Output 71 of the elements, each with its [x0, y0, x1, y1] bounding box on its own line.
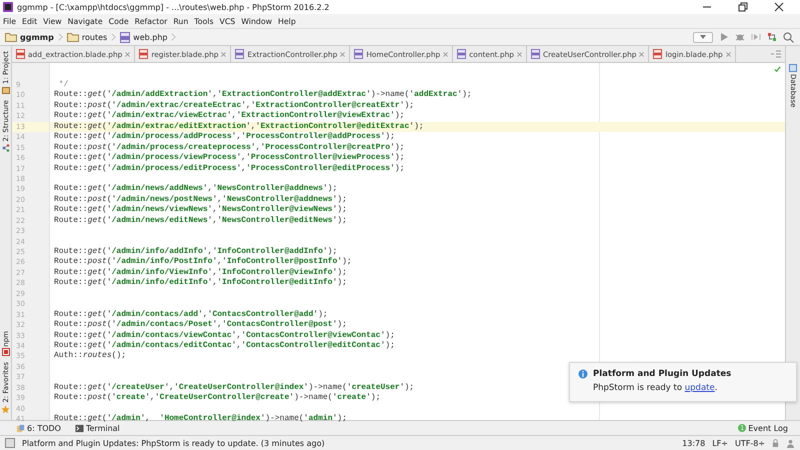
- star-icon: [1, 405, 10, 414]
- run-config-dropdown[interactable]: [693, 32, 713, 42]
- php-file-icon: [530, 49, 540, 59]
- php-file-icon: [235, 49, 244, 59]
- bug-icon[interactable]: [735, 32, 745, 42]
- coverage-icon[interactable]: [751, 32, 761, 42]
- code-line: Route::post('/admin/contacs/Poset','ContacsController@post');: [54, 320, 347, 330]
- update-link[interactable]: update: [684, 383, 715, 393]
- code-line: Route::get('/admin/process/viewProcess','ProcessController@viewProcess');: [54, 153, 404, 162]
- breadcrumb-item[interactable]: routes: [66, 32, 108, 42]
- app-icon: [3, 2, 13, 12]
- code-line: Route::get('/admin', 'HomeController@index')->name('admin');: [54, 414, 347, 423]
- caret-position[interactable]: 13:78: [682, 438, 706, 448]
- panel-toggle-icon[interactable]: [5, 438, 15, 448]
- notification-title: Platform and Plugin Updates: [593, 369, 732, 379]
- blade-file-icon: [16, 49, 25, 59]
- code-line: Route::post('/admin/info/PostInfo','InfoController@postInfo');: [54, 257, 352, 266]
- code-line: Route::get('/admin/extrac/viewEctrac','ExtractionController@viewExtrac');: [54, 111, 404, 120]
- window-title: ggmmp - [C:\xampp\htdocs\ggmmp] - ...\routes\web.php - PhpStorm 2016.2.2: [17, 2, 330, 12]
- breadcrumb-item[interactable]: web.php: [120, 32, 168, 42]
- code-line: Route::get('/admin/contacs/editContac','ContacsController@editContac');: [54, 340, 395, 350]
- code-line: Route::get('/admin/contacs/viewContac','ContacsController@viewContac');: [54, 330, 395, 340]
- code-line: Route::post('/admin/extrac/createEctrac','ExtractionController@creatExtr');: [54, 100, 414, 110]
- tab-list-icon[interactable]: [771, 50, 781, 58]
- blade-file-icon: [139, 49, 148, 59]
- folder-icon: [2, 86, 10, 94]
- chevron-icon: [171, 32, 176, 42]
- code-line: Route::get('/admin/info/addInfo','InfoController@addInfo');: [54, 247, 338, 256]
- caret-icon: [700, 35, 706, 39]
- code-line: Route::get('/admin/news/addNews','NewsController@addnews');: [54, 184, 338, 194]
- code-line: Route::post('/admin/news/postNews','NewsController@addnews');: [54, 194, 347, 204]
- code-line: Route::get('/admin/news/editNews','NewsController@editNews');: [54, 216, 347, 225]
- code-line: Route::get('/admin/extrac/editExtraction','ExtractionController@editExtrac');: [54, 122, 424, 131]
- code-line: Route::get('/admin/process/addProcess','ProcessController@addProcess');: [54, 132, 395, 142]
- code-line: Route::get('/admin/info/ViewInfo','InfoController@viewInfo');: [54, 268, 347, 277]
- run-icon[interactable]: [719, 32, 729, 42]
- code-line: Route::get('/admin/addExtraction','ExtractionController@addExtrac')->name('addExtrac');: [54, 90, 472, 100]
- php-file-icon: [120, 32, 130, 42]
- lock-icon[interactable]: [772, 438, 779, 448]
- tool-window-button[interactable]: 6: TODO: [16, 424, 61, 432]
- breadcrumb-item[interactable]: ggmmp: [5, 32, 54, 42]
- chevron-icon: [58, 32, 63, 42]
- code-line: Route::post('/admin/process/createprocess','ProcessController@creatPro');: [54, 142, 404, 152]
- check-icon: [774, 66, 781, 73]
- code-line: Route::get('/createUser','CreateUserController@index')->name('createUser');: [54, 382, 414, 392]
- file-encoding[interactable]: UTF-8÷: [734, 438, 765, 448]
- php-file-icon: [354, 49, 364, 59]
- code-line: */: [58, 80, 68, 89]
- structure-icon: [2, 144, 10, 152]
- close-icon[interactable]: [774, 2, 784, 12]
- folder-icon: [5, 32, 17, 42]
- info-icon: [578, 369, 588, 379]
- code-line: Route::get('/admin/info/editInfo','InfoController@editInfo');: [54, 278, 347, 288]
- status-message: Platform and Plugin Updates: PhpStorm is ready to update. (3 minutes ago): [22, 438, 326, 448]
- code-line: Route::get('/admin/contacs/add','ContacsController@add');: [54, 310, 328, 319]
- folder-icon: [66, 32, 79, 42]
- restore-icon[interactable]: [738, 2, 748, 12]
- chevron-icon: [111, 32, 116, 42]
- person-icon[interactable]: [786, 438, 795, 448]
- line-separator[interactable]: LF÷: [712, 438, 728, 448]
- code-line: Route::get('/admin/news/viewNews','NewsController@viewNews');: [54, 205, 347, 214]
- code-line: Route::post('create','CreateUserController@create')->name('create');: [54, 393, 380, 402]
- terminal-icon: [74, 424, 84, 432]
- tool-window-button[interactable]: Terminal: [74, 424, 120, 432]
- vcs-icon[interactable]: [767, 32, 777, 42]
- search-icon[interactable]: [783, 32, 794, 42]
- blade-file-icon: [653, 49, 662, 59]
- code-line: Route::get('/admin/process/editProcess','ProcessController@editProcess');: [54, 164, 404, 172]
- code-line: Auth::routes();: [54, 351, 126, 360]
- php-file-icon: [457, 49, 466, 59]
- notification-message: PhpStorm is ready to update.: [592, 383, 718, 393]
